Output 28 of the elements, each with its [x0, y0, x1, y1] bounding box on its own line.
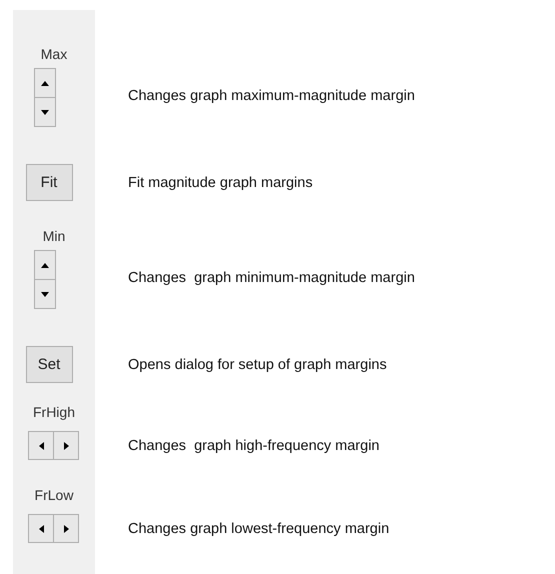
down-button[interactable]	[34, 279, 56, 309]
left-button[interactable]	[28, 514, 54, 543]
left-arrow-icon	[38, 442, 44, 450]
down-button[interactable]	[34, 97, 56, 127]
description-text: Opens dialog for setup of graph margins	[128, 357, 387, 373]
right-arrow-icon	[64, 442, 68, 450]
description-text: Changes graph lowest-frequency margin	[128, 521, 390, 537]
spinner-label: Max	[40, 45, 68, 63]
down-arrow-icon	[41, 292, 49, 296]
description-text: Changes graph maximum-magnitude margin	[128, 88, 415, 104]
description-text: Changes graph high-frequency margin	[128, 438, 380, 454]
down-arrow-icon	[41, 110, 49, 114]
left-arrow-icon	[38, 524, 44, 532]
right-button[interactable]	[53, 514, 79, 543]
right-button[interactable]	[53, 431, 79, 460]
up-button[interactable]	[34, 250, 56, 280]
description-text: Changes graph minimum-magnitude margin	[128, 270, 415, 286]
left-button[interactable]	[28, 431, 54, 460]
toolbar-button[interactable]: Fit	[26, 164, 72, 201]
description-text: Fit magnitude graph margins	[128, 175, 313, 191]
up-arrow-icon	[41, 262, 49, 268]
up-arrow-icon	[41, 80, 49, 86]
toolbar-button[interactable]: Set	[26, 346, 72, 383]
spinner-label: Min	[42, 227, 66, 245]
up-button[interactable]	[34, 68, 56, 98]
spinner-label: FrLow	[34, 486, 74, 504]
right-arrow-icon	[64, 524, 68, 532]
spinner-label: FrHigh	[32, 403, 75, 421]
